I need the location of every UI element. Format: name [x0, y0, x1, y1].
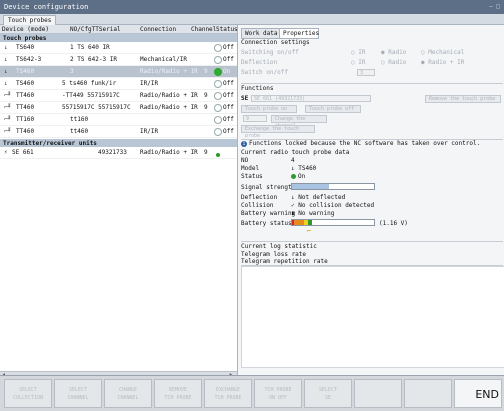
tab-work-data[interactable]: Work data — [241, 28, 283, 39]
status-label: Off — [223, 80, 234, 87]
status-radio[interactable] — [214, 56, 222, 64]
softkey-select[interactable]: SELECT SE — [304, 379, 352, 408]
main-tab-bar: Touch probes — [0, 14, 504, 25]
properties-panel: Work data Properties Connection settings… — [238, 25, 504, 375]
table-row[interactable]: ↓ TS460 3 Radio/Radio + IR 9 On — [0, 66, 237, 78]
status-label: Off — [223, 116, 234, 123]
softkey-change[interactable]: CHANGE CHANNEL — [104, 379, 152, 408]
status-radio[interactable] — [214, 44, 222, 52]
probe-type-icon: ⌐╜ — [4, 128, 12, 135]
connection-settings-section: Connection settings Switching on/off ○ I… — [241, 39, 503, 84]
table-row[interactable]: ⌐╜ TT160 tt160 Off — [0, 114, 237, 126]
probe-type-icon: ⌐╜ — [4, 116, 12, 123]
probe-off-button[interactable]: Touch probe off — [305, 105, 361, 113]
table-row[interactable]: ⌐╜ TT460 55715917C 55715917C Radio/Radio + … — [0, 102, 237, 114]
table-row[interactable]: ⌐╜ TT460 -TT449 55715917C Radio/Radio + IR 9… — [0, 90, 237, 102]
status-radio[interactable] — [214, 68, 222, 76]
change-channel-button[interactable]: Change the channel — [271, 115, 327, 129]
status-label: Off — [223, 104, 234, 111]
tab-touch-probes[interactable]: Touch probes — [3, 15, 57, 25]
remove-probe-button[interactable]: Remove the touch probe — [425, 95, 501, 103]
exchange-probe-button[interactable]: Exchange the touch probe — [241, 125, 315, 139]
channel-select[interactable]: 9 — [243, 115, 267, 122]
softkey-empty-7[interactable] — [354, 379, 402, 408]
table-header: Device (mode) NO/CfgTTSerial Connection … — [0, 25, 238, 34]
status-label: Off — [223, 128, 234, 135]
probe-type-icon: ↓ — [4, 44, 8, 51]
probe-type-icon: ↓ — [4, 80, 8, 87]
status-label: Off — [223, 56, 234, 63]
status-label: Off — [223, 92, 234, 99]
functions-section: Functions SE SE 661 (49321733) Remove th… — [241, 85, 503, 140]
status-radio[interactable] — [214, 116, 222, 124]
status-radio[interactable] — [214, 80, 222, 88]
softkey-select[interactable]: SELECT COLLECTION — [4, 379, 52, 408]
softkey-end[interactable]: END — [454, 379, 502, 408]
probe-on-button[interactable]: Touch probe on — [241, 105, 297, 113]
col-channel[interactable]: Channel — [191, 26, 216, 33]
table-row-se661[interactable]: ⚡ SE 661 49321733 Radio/Radio + IR 9 — [0, 147, 237, 159]
title-bar: Device configuration — □ — [0, 0, 504, 14]
col-device[interactable]: Device (mode) — [2, 26, 49, 33]
group-transmitter-units: Transmitter/receiver units — [0, 139, 237, 147]
switch-mode-field[interactable]: 3 — [357, 69, 375, 76]
transmitter-icon: ⚡ — [4, 149, 8, 156]
softkey-remove[interactable]: REMOVE TCH PROBE — [154, 379, 202, 408]
probe-type-icon: ⌐╜ — [4, 104, 12, 111]
probe-type-icon: ↓ — [4, 56, 8, 63]
cursor-icon: ⌐ — [307, 227, 312, 235]
softkey-select[interactable]: SELECT CHANNEL — [54, 379, 102, 408]
window-controls[interactable]: — □ — [489, 3, 500, 10]
signal-strength-bar — [291, 183, 375, 190]
softkey-tch-probe[interactable]: TCH PROBE ON OFF — [254, 379, 302, 408]
col-status[interactable]: Status — [216, 26, 238, 33]
softkey-exchange[interactable]: EXCHANGE TCH PROBE — [204, 379, 252, 408]
col-serial[interactable]: NO/CfgTTSerial — [70, 26, 121, 33]
probe-type-icon: ↓ — [4, 68, 8, 75]
status-radio[interactable] — [214, 128, 222, 136]
se-select[interactable]: SE 661 (49321733) — [251, 95, 371, 102]
group-touch-probes: Touch probes — [0, 34, 237, 42]
battery-status-bar — [291, 219, 375, 226]
table-row[interactable]: ↓ TS460 5 ts460 funk/ir IR/IR Off — [0, 78, 237, 90]
table-row[interactable]: ↓ TS640 1 TS 640 IR Off — [0, 42, 237, 54]
window-title: Device configuration — [4, 3, 89, 11]
table-row[interactable]: ↓ TS642-3 2 TS 642-3 IR Mechanical/IR Off — [0, 54, 237, 66]
softkey-empty-8[interactable] — [404, 379, 452, 408]
info-message: i Functions locked because the NC softwar… — [241, 140, 481, 147]
softkey-bar: SELECT COLLECTION SELECT CHANNEL CHANGE CH… — [0, 375, 504, 411]
log-area — [241, 266, 504, 368]
status-label: On — [223, 68, 231, 75]
radio-probe-data-section: Current radio touch probe data NO 4 Mode… — [241, 149, 503, 242]
tab-properties[interactable]: Properties — [279, 28, 319, 39]
status-label: Off — [223, 44, 234, 51]
status-radio[interactable] — [214, 92, 222, 100]
device-list-panel: Device (mode) NO/CfgTTSerial Connection … — [0, 25, 238, 378]
table-row[interactable]: ⌐╜ TT460 tt460 IR/IR Off — [0, 126, 237, 138]
log-statistic-section: Current log statistic Telegram loss rate… — [241, 243, 503, 266]
status-value: On — [291, 173, 305, 180]
info-icon: i — [241, 141, 247, 147]
probe-type-icon: ⌐╜ — [4, 92, 12, 99]
status-radio[interactable] — [214, 104, 222, 112]
col-connection[interactable]: Connection — [140, 26, 176, 33]
